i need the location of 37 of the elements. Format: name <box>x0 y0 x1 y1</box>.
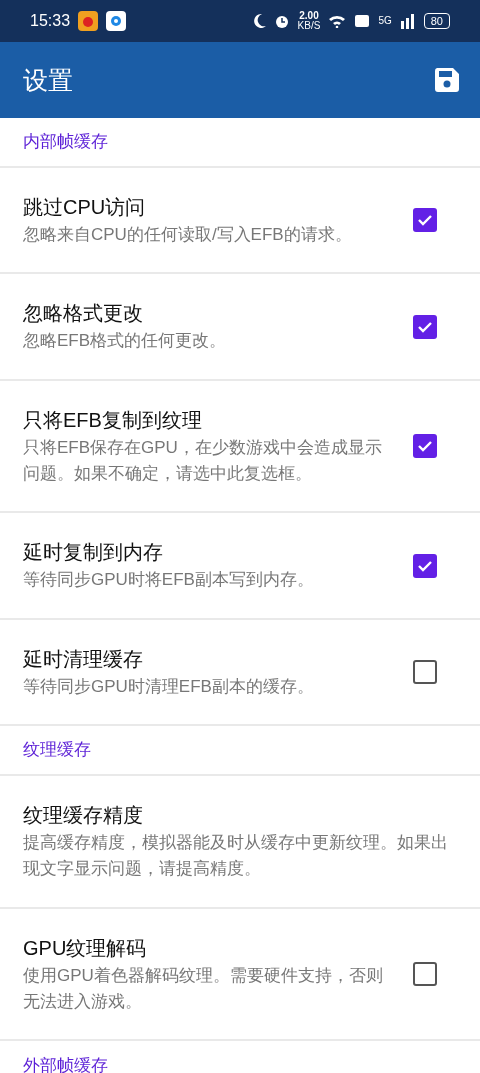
checkbox[interactable] <box>413 208 437 233</box>
speed-unit-text: KB/S <box>297 21 321 31</box>
setting-title: 纹理缓存精度 <box>23 803 144 829</box>
moon-icon <box>251 13 266 29</box>
setting-description: 提高缓存精度，模拟器能及时从缓存中更新纹理。如果出现文字显示问题，请提高精度。 <box>23 832 449 881</box>
battery-indicator: 80 <box>423 13 450 29</box>
app-icon <box>78 11 99 31</box>
network-text: 5G <box>378 16 392 26</box>
signal-icon <box>399 13 416 29</box>
setting-title: 忽略格式更改 <box>23 301 144 327</box>
section-header: 纹理缓存 <box>23 739 91 762</box>
setting-description: 等待同步GPU时将EFB副本写到内存。 <box>23 569 314 592</box>
section-header: 内部帧缓存 <box>23 131 108 154</box>
page-title: 设置 <box>23 65 73 95</box>
checkbox[interactable] <box>413 659 437 684</box>
setting-description: 忽略EFB格式的任何更改。 <box>23 330 227 353</box>
setting-title: 延时清理缓存 <box>23 646 144 672</box>
checkbox[interactable] <box>413 314 437 339</box>
speed-text: 2.00 <box>299 11 319 21</box>
setting-title: 跳过CPU访问 <box>23 195 147 220</box>
setting-description: 等待同步GPU时清理EFB副本的缓存。 <box>23 675 314 698</box>
checkbox[interactable] <box>413 434 437 459</box>
setting-description: 只将EFB保存在GPU，在少数游戏中会造成显示问题。如果不确定，请选中此复选框。 <box>23 436 383 486</box>
checkbox[interactable] <box>413 553 437 578</box>
save-icon[interactable] <box>434 67 460 93</box>
setting-title: 只将EFB复制到纹理 <box>23 407 203 433</box>
clock-text: 15:33 <box>30 11 71 31</box>
checkbox[interactable] <box>413 962 437 987</box>
setting-title: GPU纹理解码 <box>23 935 148 961</box>
app-icon <box>106 11 127 31</box>
alarm-icon <box>273 13 290 29</box>
setting-title: 延时复制到内存 <box>23 540 164 566</box>
section-header: 外部帧缓存 <box>23 1054 108 1073</box>
setting-description: 使用GPU着色器解码纹理。需要硬件支持，否则无法进入游戏。 <box>23 964 383 1014</box>
setting-description: 忽略来自CPU的任何读取/写入EFB的请求。 <box>23 224 352 246</box>
hd-icon <box>354 14 371 28</box>
wifi-icon <box>328 14 347 28</box>
